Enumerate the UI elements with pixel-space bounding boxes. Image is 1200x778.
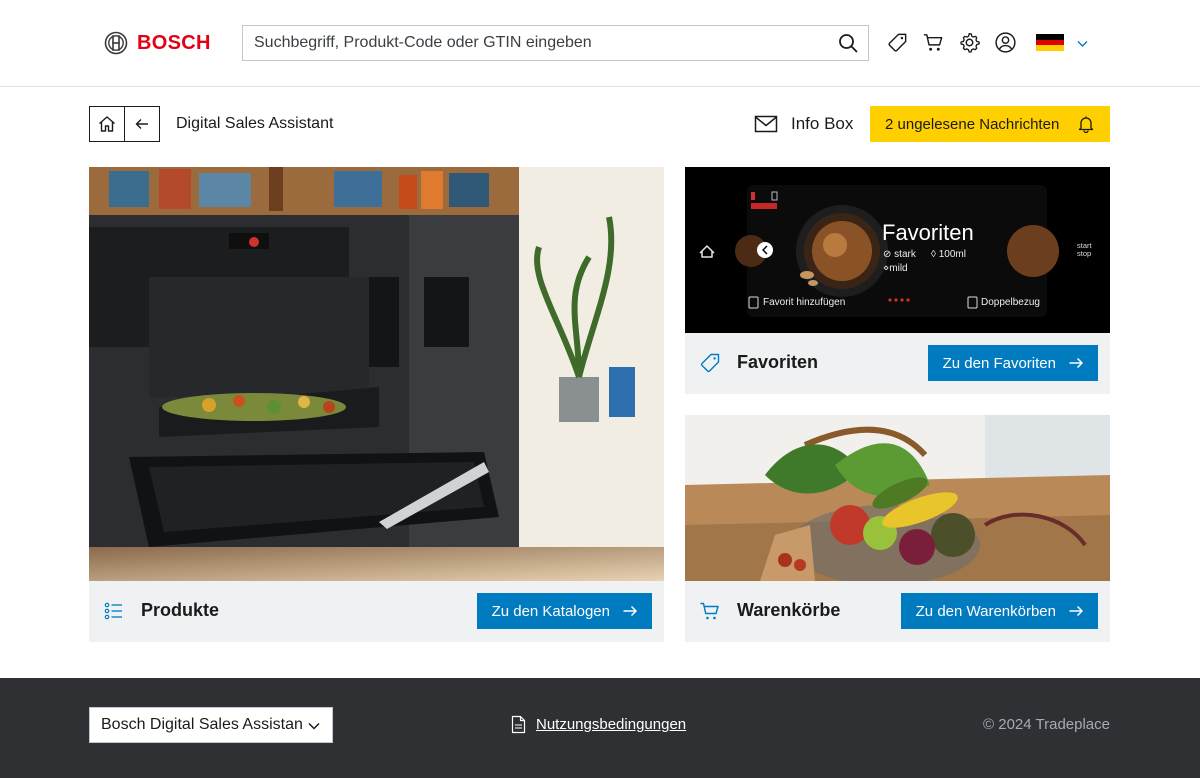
katalogen-button-label: Zu den Katalogen [491, 602, 610, 620]
produkte-title: Produkte [141, 600, 220, 620]
screen-heading: Favoriten [882, 220, 974, 245]
footer: Bosch Digital Sales Assistan Nutzungsbed… [0, 678, 1200, 778]
cart-icon [700, 602, 719, 620]
list-icon [104, 602, 122, 620]
tag-icon [700, 353, 720, 373]
gear-icon[interactable] [958, 31, 981, 54]
arrow-right-icon [1069, 357, 1084, 369]
chevron-down-icon[interactable] [1076, 37, 1089, 50]
favoriten-button-label: Zu den Favoriten [942, 354, 1056, 372]
search-box [242, 25, 869, 61]
info-box-label: Info Box [791, 114, 854, 133]
kitchen-oven-image [89, 167, 664, 581]
screen-add-favorite: Favorit hinzufügen [763, 297, 846, 308]
screen-start-stop: start stop [1077, 241, 1092, 258]
notification-button[interactable]: 2 ungelesene Nachrichten [870, 106, 1110, 142]
home-button[interactable] [89, 106, 125, 142]
brand-name: BOSCH [137, 31, 211, 54]
top-header: BOSCH [0, 0, 1200, 87]
arrow-left-icon [135, 119, 148, 129]
arrow-right-icon [1069, 605, 1084, 617]
warenkoerbe-bar: Warenkörbe Zu den Warenkörben [685, 581, 1110, 642]
warenkoerbe-button-label: Zu den Warenkörben [915, 602, 1056, 620]
coffee-machine-display: Favoriten ⊘ stark ◊ 100ml ⋄mild start st… [685, 167, 1110, 333]
favoriten-title: Favoriten [737, 352, 819, 372]
info-box-link[interactable]: Info Box [754, 114, 853, 134]
bosch-logo[interactable]: BOSCH [104, 31, 211, 55]
terms-link[interactable]: Nutzungsbedingungen [511, 715, 686, 734]
favoriten-button[interactable]: Zu den Favoriten [927, 345, 1098, 381]
arrow-right-icon [623, 605, 638, 617]
mail-icon [754, 115, 778, 133]
header-actions [886, 31, 1017, 54]
app-select[interactable]: Bosch Digital Sales Assistan [89, 707, 333, 743]
volume-value: 100ml [938, 249, 966, 260]
katalogen-button[interactable]: Zu den Katalogen [476, 593, 652, 629]
warenkoerbe-button[interactable]: Zu den Warenkörben [900, 593, 1098, 629]
cart-icon[interactable] [922, 31, 945, 54]
home-icon [99, 116, 115, 132]
strength-value: stark [894, 249, 916, 260]
user-icon[interactable] [994, 31, 1017, 54]
tag-icon[interactable] [886, 31, 909, 54]
screen-taste: ⋄mild [883, 263, 908, 274]
breadcrumb: Digital Sales Assistant [176, 115, 334, 132]
taste-value: mild [889, 263, 908, 274]
document-icon [511, 715, 526, 734]
search-icon[interactable] [838, 33, 858, 53]
warenkoerbe-card: Warenkörbe Zu den Warenkörben [685, 415, 1110, 642]
back-button[interactable] [124, 106, 160, 142]
bosch-armature-icon [104, 31, 128, 55]
country-flag-de[interactable] [1036, 34, 1064, 52]
vegetable-basket-image [685, 415, 1110, 581]
warenkoerbe-title: Warenkörbe [737, 600, 841, 620]
screen-strength: ⊘ stark [883, 249, 916, 260]
chevron-down-icon [308, 722, 320, 730]
favoriten-card: Favoriten ⊘ stark ◊ 100ml ⋄mild start st… [685, 167, 1110, 394]
app-select-value: Bosch Digital Sales Assistan [101, 716, 303, 733]
produkte-bar: Produkte Zu den Katalogen [89, 581, 664, 642]
copyright: © 2024 Tradeplace [983, 716, 1110, 733]
search-input[interactable] [243, 26, 823, 60]
bell-icon [1078, 116, 1094, 133]
screen-volume: ◊ 100ml [931, 249, 966, 260]
terms-label: Nutzungsbedingungen [536, 716, 687, 733]
notification-label: 2 ungelesene Nachrichten [885, 115, 1060, 133]
produkte-card: Produkte Zu den Katalogen [89, 167, 664, 642]
favoriten-bar: Favoriten Zu den Favoriten [685, 333, 1110, 394]
screen-double-serving: Doppelbezug [981, 297, 1040, 308]
